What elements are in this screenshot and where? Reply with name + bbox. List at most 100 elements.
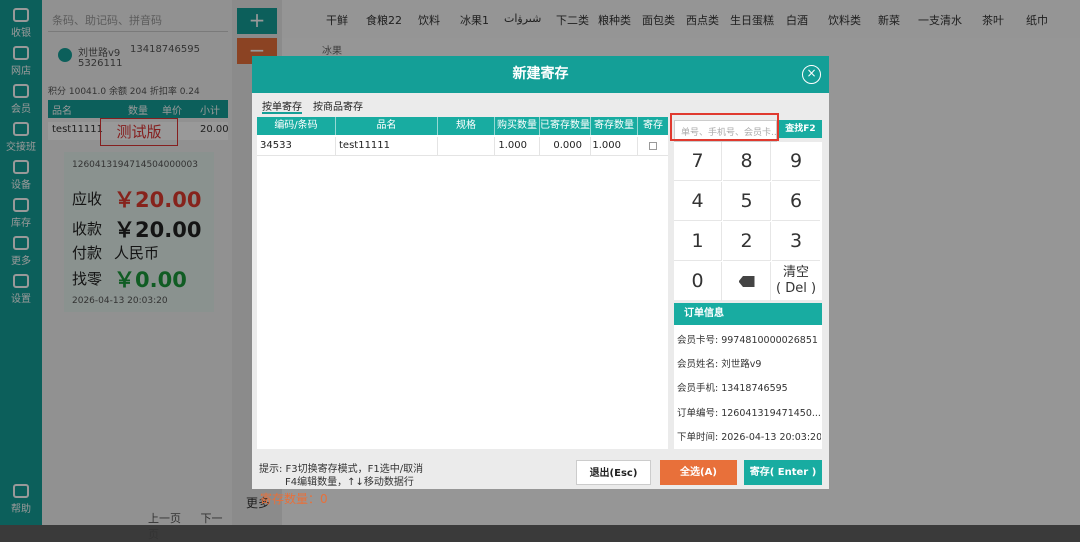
- store-count: 寄存数量：0: [260, 492, 328, 506]
- col-store-qty: 寄存数量: [591, 117, 638, 135]
- store-checkbox[interactable]: [649, 142, 657, 150]
- storage-table: 编码/条码 品名 规格 购买数量 已寄存数量 寄存数量 寄存 34533 tes…: [257, 117, 668, 506]
- category-tab[interactable]: 粮种类: [598, 12, 631, 28]
- category-tab[interactable]: 面包类: [642, 12, 675, 28]
- sidebar-item-label: 帮助: [11, 504, 31, 515]
- category-tab[interactable]: شىرۋات: [504, 12, 541, 25]
- numeric-keypad: 7 8 9 4 5 6 1 2 3 0 清空 ( Del ): [674, 142, 822, 301]
- subcategory-tab[interactable]: 冰果: [322, 42, 342, 57]
- order-col-subtotal: 小计: [200, 106, 220, 117]
- key-6[interactable]: 6: [772, 182, 820, 221]
- order-datetime: 2026-04-13 20:03:20: [72, 296, 168, 306]
- sidebar-item-device[interactable]: 设备: [0, 156, 42, 194]
- order-time: 下单时间: 2026-04-13 20:03:20: [677, 432, 821, 443]
- store-icon: [13, 46, 29, 60]
- category-tab[interactable]: 食粮22: [366, 12, 402, 28]
- add-item-button[interactable]: +: [237, 8, 277, 34]
- order-info-title: 订单信息: [674, 303, 822, 325]
- row-divider: [257, 155, 668, 156]
- category-tab[interactable]: 西点类: [686, 12, 719, 28]
- member-sub: 5326111: [78, 58, 123, 69]
- receivable-amount: ￥20.00: [114, 188, 202, 212]
- gear-icon: [13, 274, 29, 288]
- order-col-price: 单价: [162, 106, 182, 117]
- clear-key-label: 清空: [782, 265, 809, 280]
- new-storage-dialog: 新建寄存 × 按单寄存 按商品寄存 编码/条码 品名 规格 购买数量 已寄存数量…: [252, 56, 829, 506]
- sidebar-item-cashier[interactable]: 收银: [0, 4, 42, 42]
- change-amount: ￥0.00: [114, 268, 187, 292]
- member-phone: 13418746595: [130, 44, 200, 55]
- col-buy-qty: 购买数量: [495, 117, 540, 135]
- order-table-header: 品名 数量 单价 小计: [48, 100, 228, 118]
- sidebar-item-store[interactable]: 网店: [0, 42, 42, 80]
- key-8[interactable]: 8: [723, 142, 771, 181]
- close-button[interactable]: ×: [802, 65, 821, 84]
- clear-key[interactable]: 清空 ( Del ): [772, 262, 820, 301]
- received-label: 收款: [72, 220, 103, 238]
- search-highlight-box: [670, 113, 779, 141]
- sidebar-item-member[interactable]: 会员: [0, 80, 42, 118]
- order-panel: 条码、助记码、拼音码 刘世路v9 13418746595 5326111 积分 …: [42, 0, 232, 541]
- sidebar-item-shift[interactable]: 交接班: [0, 118, 42, 156]
- sidebar-item-settings[interactable]: 设置: [0, 270, 42, 308]
- document-icon: [13, 122, 29, 136]
- key-3[interactable]: 3: [772, 222, 820, 261]
- member-name: 会员姓名: 刘世路v9: [677, 359, 762, 370]
- clear-key-shortcut: ( Del ): [775, 281, 817, 296]
- category-tab[interactable]: 纸巾: [1026, 12, 1048, 28]
- sidebar-item-inventory[interactable]: 库存: [0, 194, 42, 232]
- category-tab[interactable]: 干鲜: [326, 12, 348, 28]
- col-stored-qty: 已寄存数量: [540, 117, 591, 135]
- change-label: 找零: [72, 270, 103, 288]
- category-tab[interactable]: 饮料类: [828, 12, 861, 28]
- key-4[interactable]: 4: [674, 182, 722, 221]
- cell-store-qty[interactable]: 1.000: [591, 137, 638, 155]
- product-search-input[interactable]: 条码、助记码、拼音码: [48, 8, 228, 32]
- tab-store-by-product[interactable]: 按商品寄存: [313, 98, 363, 114]
- monitor-icon: [13, 8, 29, 22]
- key-2[interactable]: 2: [723, 222, 771, 261]
- key-1[interactable]: 1: [674, 222, 722, 261]
- category-tab[interactable]: 茶叶: [982, 12, 1004, 28]
- box-icon: [13, 198, 29, 212]
- device-icon: [13, 160, 29, 174]
- key-9[interactable]: 9: [772, 142, 820, 181]
- search-button[interactable]: 查找F2: [779, 120, 822, 138]
- category-bar: 干鲜 食粮22 饮料 冰果1 شىرۋات 下二类 粮种类 面包类 西点类 生日…: [282, 0, 1080, 38]
- test-version-badge: 测试版: [100, 118, 178, 146]
- key-5[interactable]: 5: [723, 182, 771, 221]
- select-all-button[interactable]: 全选(A): [660, 460, 737, 485]
- exit-button[interactable]: 退出(Esc): [576, 460, 651, 485]
- category-tab[interactable]: 饮料: [418, 12, 440, 28]
- payment-panel: 1260413194714504000003 应收 ￥20.00 收款 ￥20.…: [64, 152, 214, 312]
- category-tab[interactable]: 白酒: [786, 12, 808, 28]
- category-tab[interactable]: 新菜: [878, 12, 900, 28]
- sidebar-item-help[interactable]: 帮助: [0, 480, 42, 518]
- key-7[interactable]: 7: [674, 142, 722, 181]
- category-tab[interactable]: 冰果1: [460, 12, 489, 28]
- category-tab[interactable]: 下二类: [556, 12, 589, 28]
- sidebar-nav: 收银 网店 会员 交接班 设备 库存 更多 设置 帮助: [0, 0, 42, 525]
- member-stats: 积分 10041.0 余额 204 折扣率 0.24: [48, 87, 200, 97]
- table-header: 编码/条码 品名 规格 购买数量 已寄存数量 寄存数量 寄存: [257, 117, 668, 135]
- sidebar-item-more[interactable]: 更多: [0, 232, 42, 270]
- sidebar-item-label: 更多: [11, 256, 31, 267]
- category-tab[interactable]: 生日蛋糕: [730, 12, 774, 28]
- user-icon: [13, 84, 29, 98]
- key-0[interactable]: 0: [674, 262, 722, 301]
- dialog-title-bar: 新建寄存 ×: [252, 56, 829, 93]
- order-col-qty: 数量: [128, 106, 148, 117]
- pager: 上一页 下一页: [148, 510, 232, 542]
- tab-store-by-order[interactable]: 按单寄存: [262, 98, 302, 114]
- backspace-key[interactable]: [723, 262, 771, 301]
- pay-method: 人民币: [114, 244, 160, 262]
- category-tab[interactable]: 一支清水: [918, 12, 962, 28]
- sidebar-item-label: 会员: [11, 104, 31, 115]
- col-name: 品名: [336, 117, 438, 135]
- sidebar-item-label: 设备: [11, 180, 31, 191]
- avatar: [58, 48, 72, 62]
- close-icon: ×: [806, 66, 817, 80]
- prev-page-button[interactable]: 上一页: [148, 512, 181, 525]
- backspace-icon: [738, 276, 755, 287]
- store-button[interactable]: 寄存( Enter ): [744, 460, 822, 485]
